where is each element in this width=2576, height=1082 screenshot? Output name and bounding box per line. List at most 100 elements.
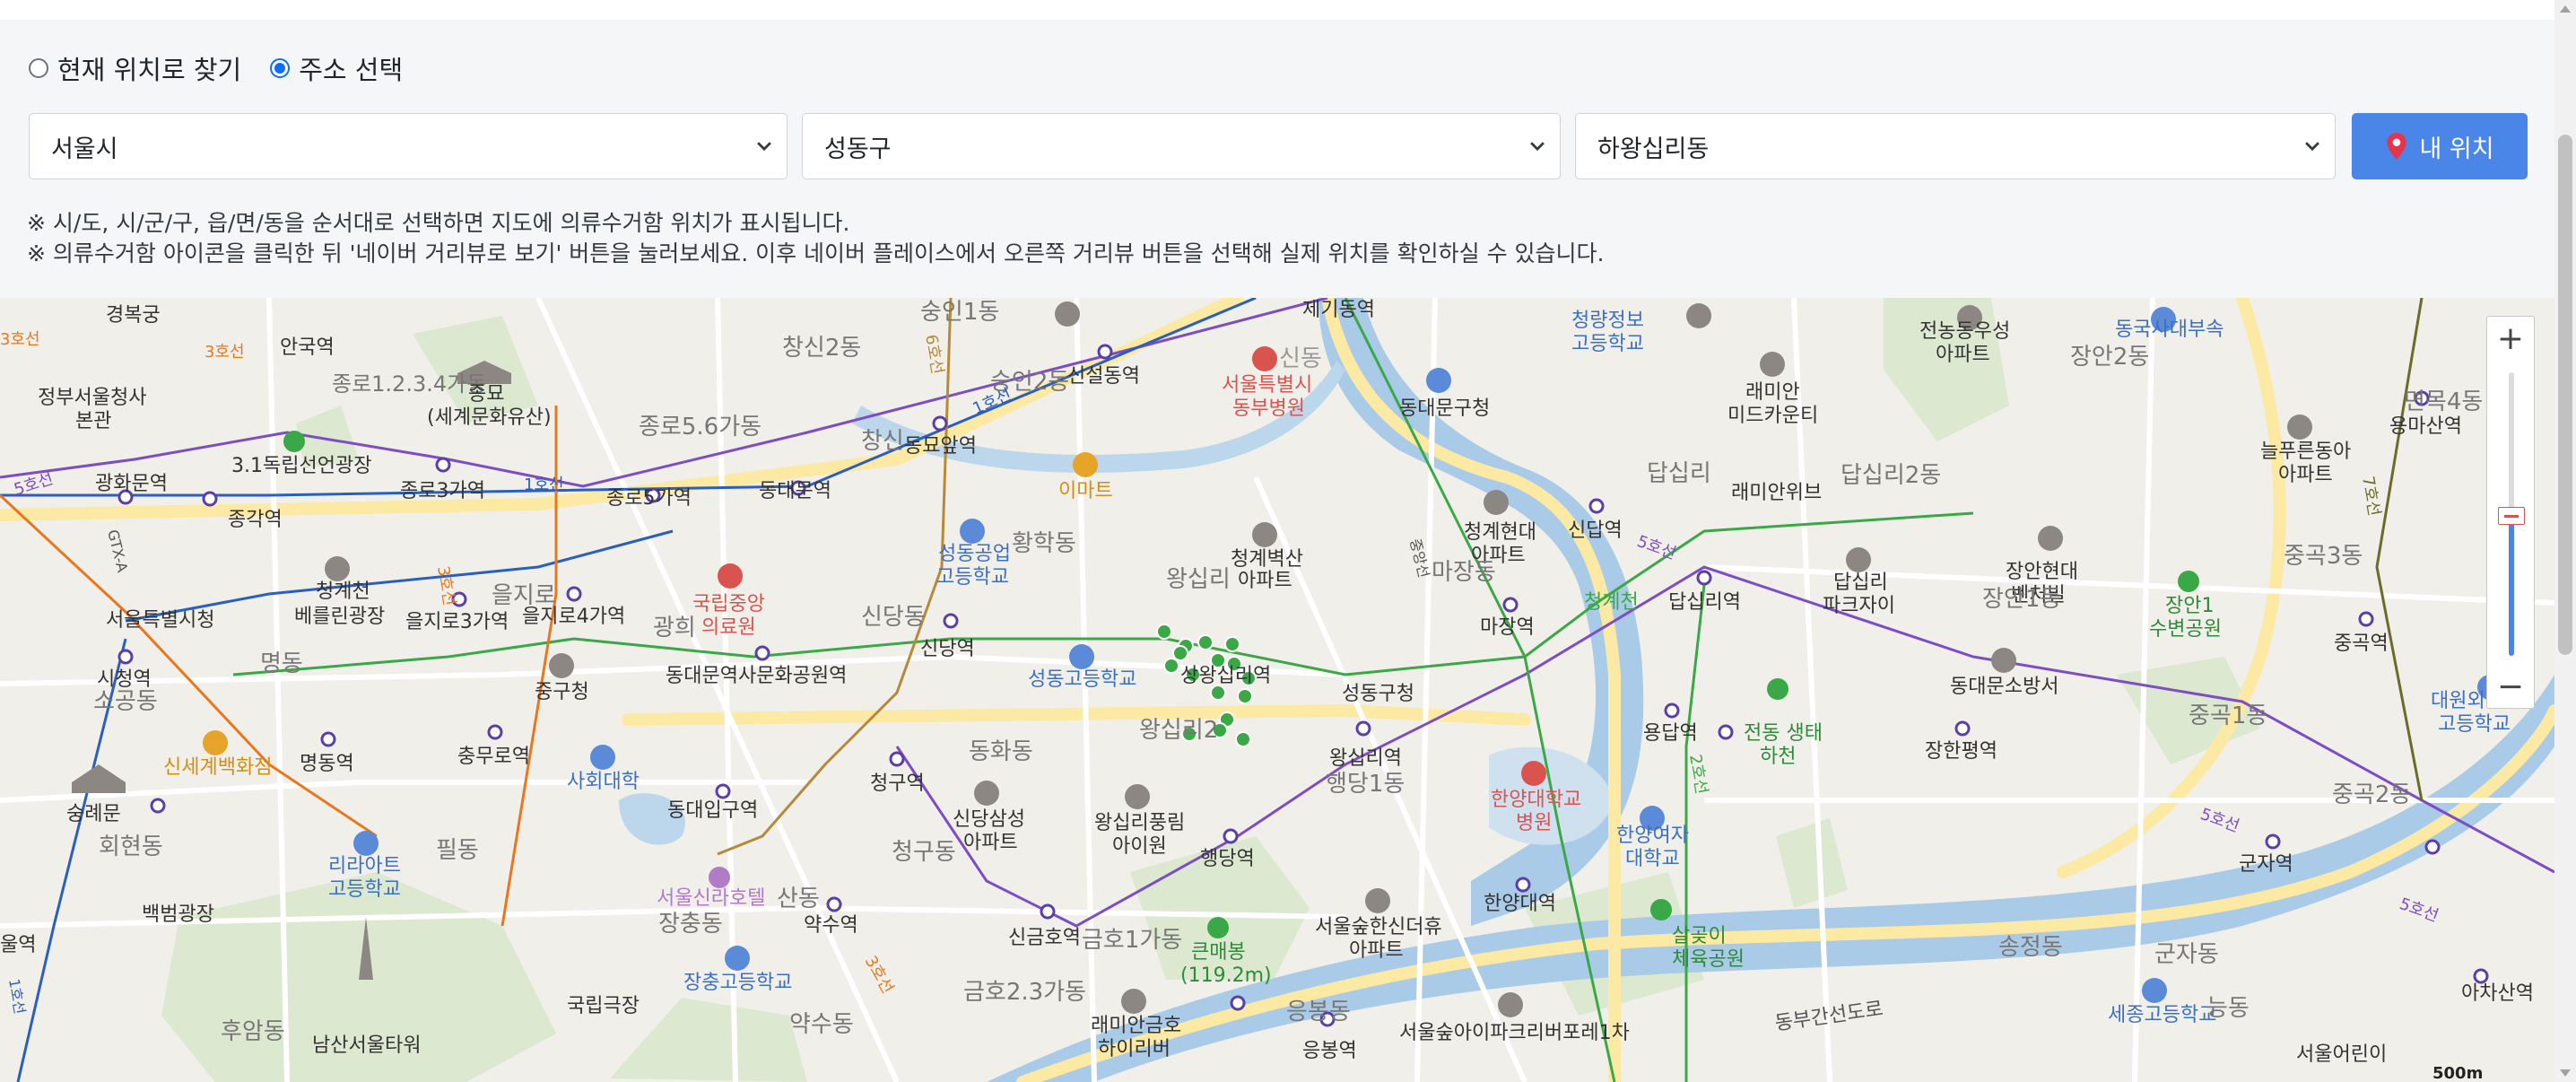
map-label: 마장역: [1480, 616, 1535, 639]
map-label: 숭인1동: [920, 299, 999, 326]
map-label: 동묘앞역: [904, 435, 977, 458]
map-label: 종묘: [468, 383, 504, 406]
map-canvas[interactable]: 경복궁 안국역 종로1.2.3.4가동 종묘 (세계문화유산) 창신2동 숭인1…: [0, 298, 2554, 1082]
map-label: 필동: [436, 837, 479, 864]
map-label: 왕십리2: [1139, 717, 1218, 744]
map-label: 고등학교: [2438, 713, 2511, 736]
map-label: 한양대학교: [1491, 789, 1581, 811]
map-label: 금호1가동: [1082, 927, 1182, 954]
map-label: 성동고등학교: [1028, 668, 1136, 691]
map-label: 동화동: [969, 738, 1033, 765]
map-label: 숭례문: [66, 803, 121, 825]
map-label: 미드카운티: [1727, 405, 1818, 427]
map-label: 창신2동: [782, 335, 861, 362]
place-icon: [709, 867, 730, 888]
map-label: 남산서울타워: [312, 1034, 421, 1057]
map-label: 광화문역: [95, 473, 168, 495]
map-label: 마장동: [1432, 559, 1496, 586]
map-label: 중구청: [535, 681, 589, 703]
map-label: 동국사대부속: [2115, 318, 2224, 341]
map-label: 병원: [1516, 812, 1552, 834]
map-label: 약수역: [804, 914, 858, 937]
map-label: 아파트: [1936, 344, 1990, 366]
map-label: 고등학교: [1571, 333, 1644, 355]
map-label: 아파트: [963, 832, 1018, 854]
map-label: 장안현대: [2006, 561, 2078, 583]
map-label: 청계현대: [1464, 521, 1536, 544]
map-label: 군자역: [2239, 853, 2293, 876]
map-label: 중곡3동: [2284, 543, 2363, 570]
instructions: ※ 시/도, 시/군/구, 읍/면/동을 순서대로 선택하면 지도에 의류수거함…: [27, 208, 1604, 269]
map-label: 한양여자: [1616, 825, 1689, 847]
map-label: 동대입구역: [667, 799, 758, 822]
address-select-radio[interactable]: 주소 선택: [270, 49, 403, 87]
radio-checked-icon[interactable]: [270, 58, 291, 78]
map-label: 장충동: [658, 911, 723, 938]
map-label: 경복궁: [106, 304, 161, 327]
map-label: 큰매봉: [1191, 941, 1246, 964]
map-label: 5호선: [1634, 532, 1678, 563]
top-strip: [0, 0, 2554, 21]
map-view[interactable]: 경복궁 안국역 종로1.2.3.4가동 종묘 (세계문화유산) 창신2동 숭인1…: [0, 298, 2554, 1082]
radio-unchecked-icon[interactable]: [29, 58, 48, 78]
map-label: 종로1.2.3.4가동: [332, 371, 486, 397]
map-label: 신당삼성: [953, 808, 1025, 831]
map-label: 왕십리: [1166, 566, 1231, 593]
map-label: 제기동역: [1302, 299, 1375, 321]
city-select[interactable]: 서울시: [29, 113, 788, 179]
neighborhood-select[interactable]: 하왕십리동: [1575, 113, 2336, 179]
map-label: 중곡역: [2334, 633, 2389, 655]
my-location-label: 내 위치: [2419, 135, 2494, 163]
map-label: 전동 생태: [1744, 722, 1823, 745]
map-label: 응봉동: [1286, 999, 1351, 1025]
district-select[interactable]: 성동구: [802, 113, 1561, 179]
river-areas: [619, 298, 2554, 1082]
map-label: 신금호역: [1008, 927, 1081, 949]
map-label: 하이리버: [1098, 1038, 1171, 1060]
map-label: 면목4동: [2404, 388, 2483, 415]
my-location-button[interactable]: 내 위치: [2352, 113, 2528, 179]
map-label: 하천: [1760, 746, 1796, 768]
map-label: 안국역: [280, 336, 335, 359]
map-label: 고등학교: [936, 566, 1009, 589]
scroll-up-icon[interactable]: [2560, 5, 2571, 13]
map-label: 서울특별시: [1222, 374, 1312, 397]
page-scrollbar[interactable]: [2554, 0, 2576, 1082]
chevron-down-icon: [1530, 142, 1545, 152]
current-location-radio[interactable]: 현재 위치로 찾기: [29, 49, 241, 87]
map-label: 서울신라호텔: [657, 887, 765, 910]
map-label: 종로5.6가동: [639, 414, 761, 441]
map-label: 동대문역: [759, 480, 831, 502]
map-label: 3호선: [0, 330, 40, 349]
map-label: 답십리: [1647, 460, 1711, 487]
map-label: 아차산역: [2461, 982, 2534, 1005]
map-label: 살곶이: [1672, 925, 1727, 947]
map-label: 3.1독립선언광장: [231, 455, 371, 477]
map-label: 후암동: [221, 1018, 285, 1045]
map-label: 본관: [75, 410, 111, 432]
zoom-out-button[interactable]: −: [2487, 665, 2534, 708]
zoom-in-button[interactable]: +: [2487, 317, 2534, 360]
map-label: 래미안금호: [1091, 1015, 1181, 1037]
map-label: 래미안위브: [1731, 482, 1822, 504]
map-label: 신당동: [861, 604, 926, 631]
scrollbar-thumb[interactable]: [2558, 135, 2572, 655]
zoom-slider-handle[interactable]: [2498, 507, 2525, 525]
map-label: 아파트: [1238, 570, 1292, 592]
map-label: 장안2동: [2070, 344, 2149, 371]
map-label: 동대문소방서: [1950, 676, 2058, 698]
map-label: 동부병원: [1232, 397, 1305, 420]
map-label: 종각역: [228, 509, 283, 531]
map-label: 이마트: [1058, 480, 1113, 502]
map-label: 충무로역: [457, 746, 530, 768]
map-label: 왕십리역: [1329, 747, 1402, 770]
map-label: 회현동: [99, 833, 163, 860]
map-label: 청계천: [1584, 591, 1639, 614]
map-label: 청계벽산: [1231, 548, 1303, 571]
location-mode-group: 현재 위치로 찾기 주소 선택: [29, 50, 431, 86]
map-label: 장안1동: [1982, 586, 2061, 613]
map-label: 동대문역사문화공원역: [666, 665, 847, 687]
map-label: 광희: [653, 615, 696, 641]
scroll-down-icon[interactable]: [2560, 1069, 2571, 1077]
map-label: 서울숲아이파크리버포레1차: [1399, 1022, 1630, 1044]
